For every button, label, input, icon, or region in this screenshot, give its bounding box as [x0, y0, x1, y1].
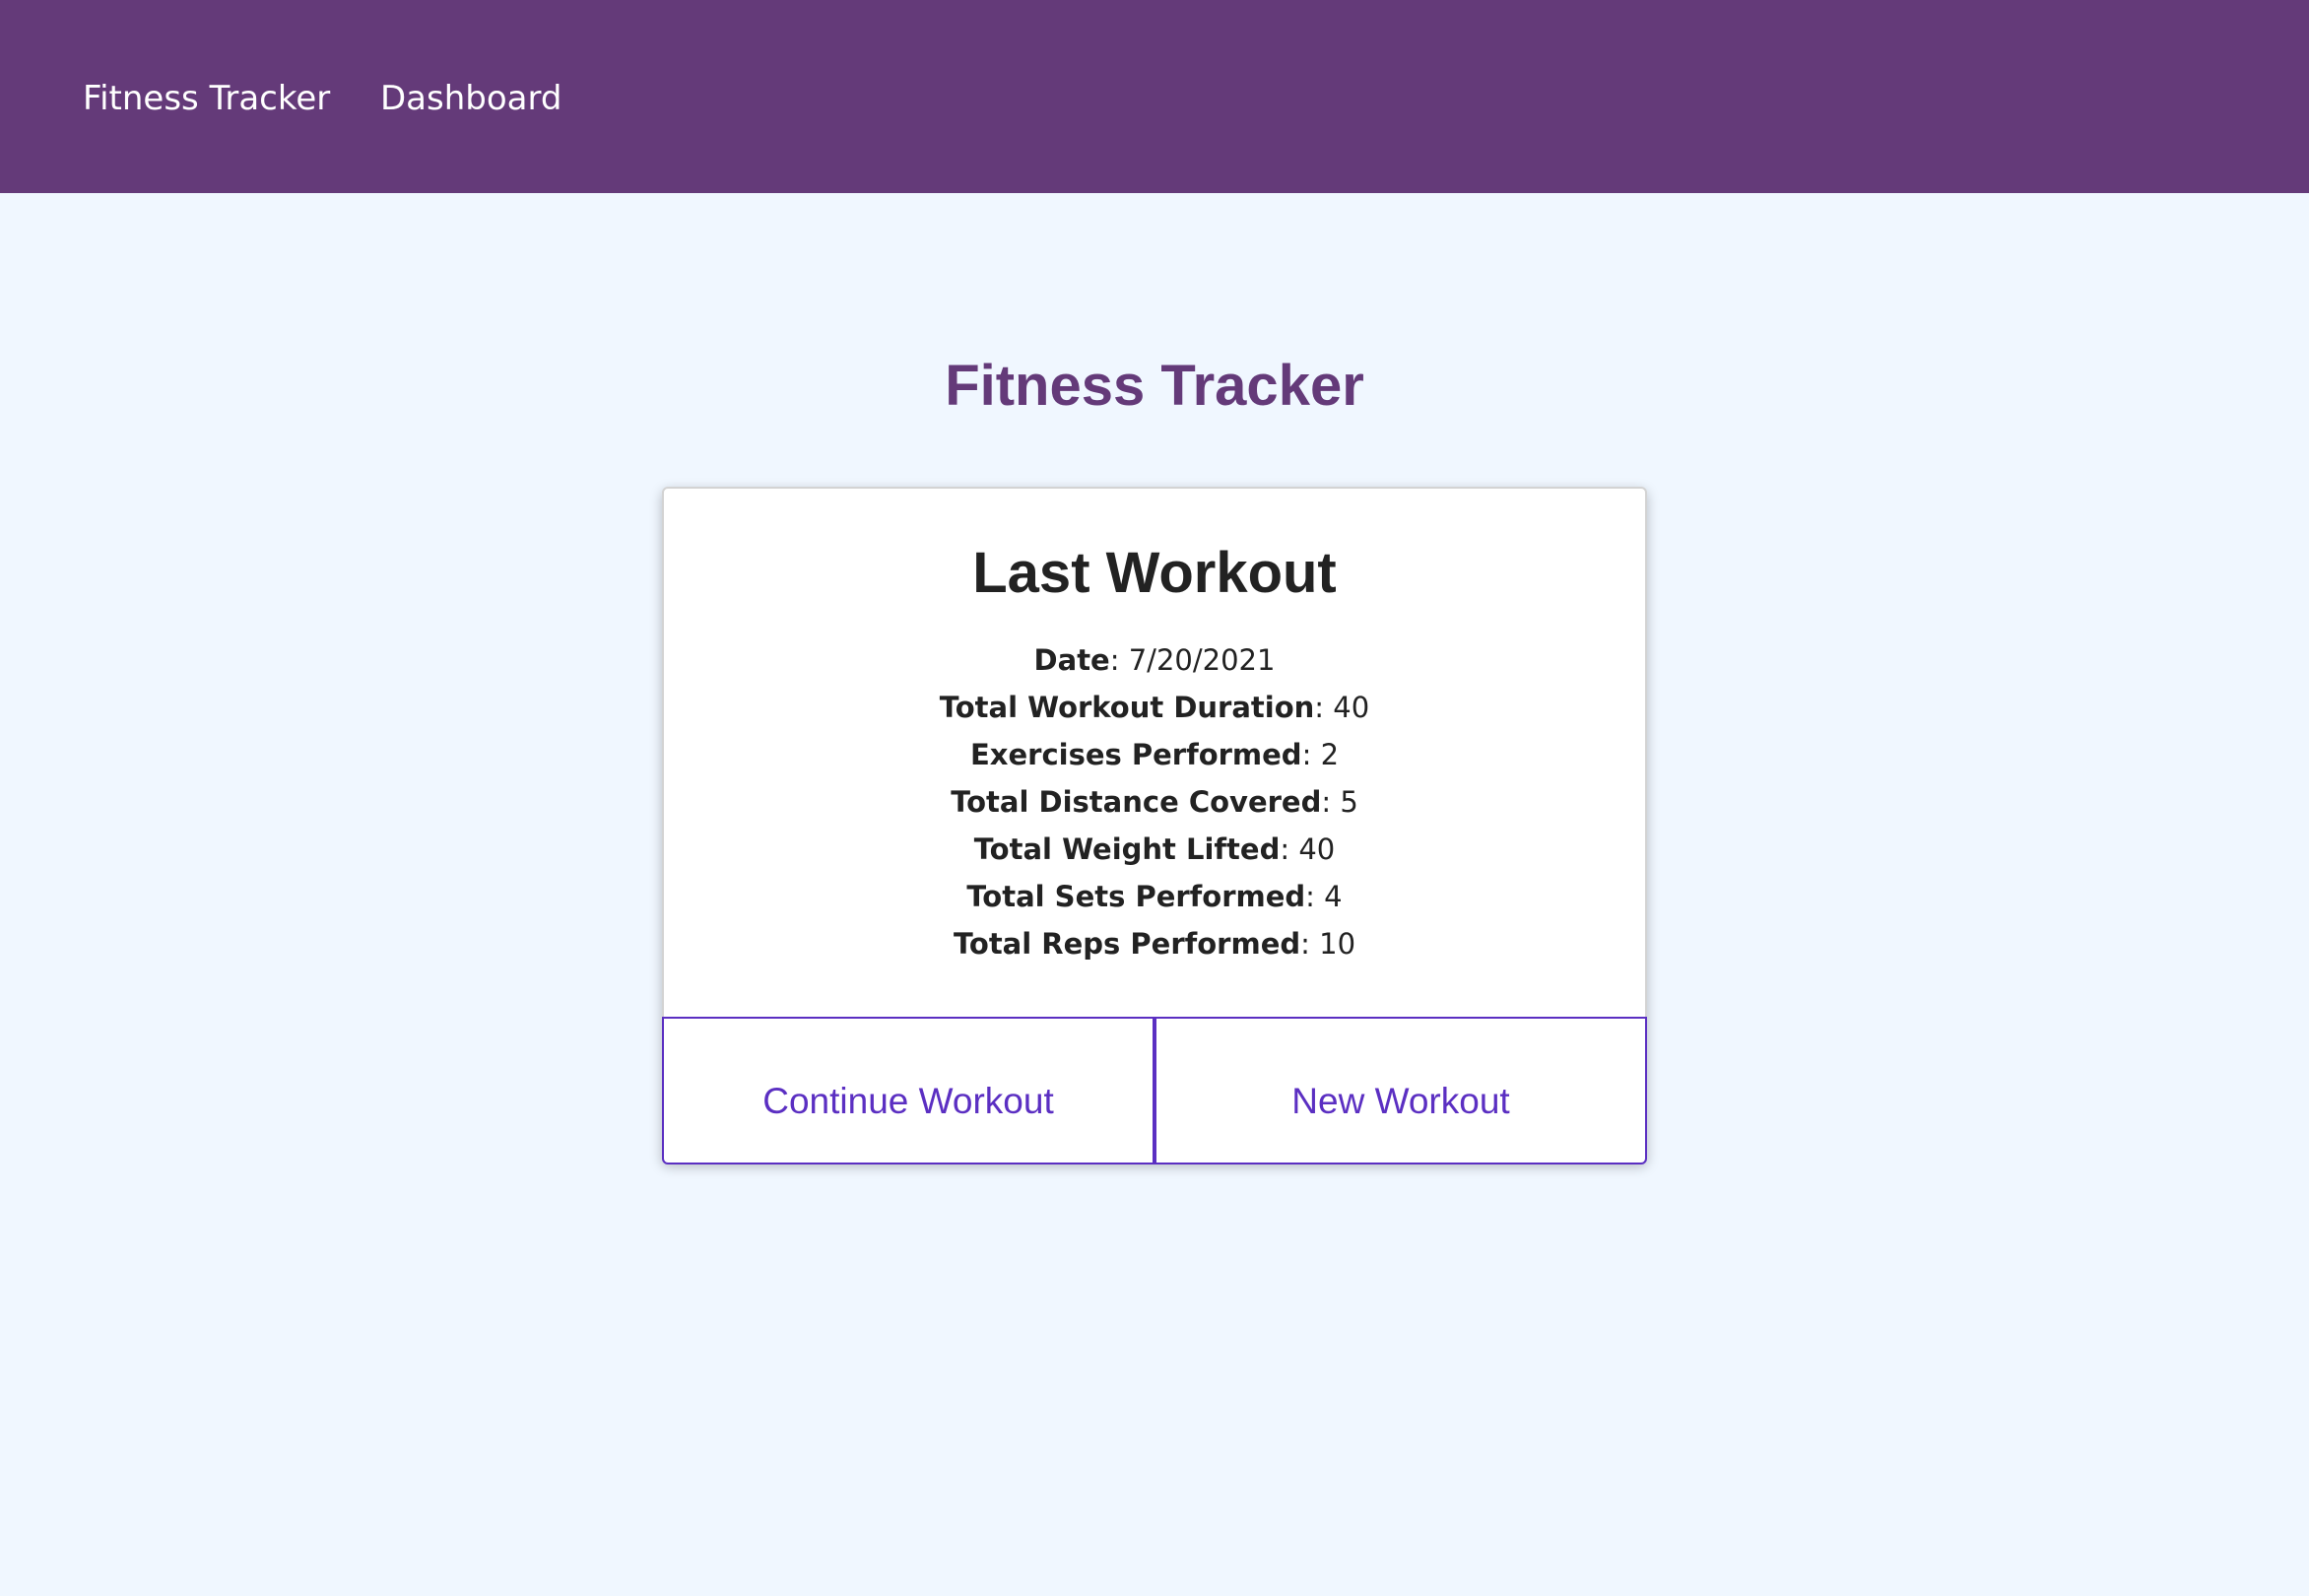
workout-stats: Date: 7/20/2021 Total Workout Duration: …	[664, 636, 1645, 967]
stat-separator: :	[1314, 691, 1334, 724]
stat-label: Date	[1033, 643, 1110, 677]
card-title: Last Workout	[972, 541, 1337, 605]
stat-separator: :	[1301, 738, 1321, 771]
stat-label: Total Distance Covered	[951, 785, 1322, 819]
continue-workout-button[interactable]: Continue Workout	[662, 1017, 1154, 1164]
stat-label: Total Workout Duration	[939, 691, 1315, 724]
stat-exercises-performed: Exercises Performed: 2	[664, 731, 1645, 778]
stat-separator: :	[1300, 927, 1320, 961]
stat-value: 2	[1320, 738, 1340, 771]
stat-total-sets: Total Sets Performed: 4	[664, 873, 1645, 920]
stat-separator: :	[1321, 785, 1341, 819]
stat-label: Total Weight Lifted	[973, 832, 1281, 866]
stat-value: 40	[1333, 691, 1370, 724]
stat-separator: :	[1305, 880, 1325, 913]
stat-value: 7/20/2021	[1128, 643, 1276, 677]
stat-value: 10	[1319, 927, 1356, 961]
stat-value: 4	[1324, 880, 1343, 913]
new-workout-button[interactable]: New Workout	[1154, 1017, 1647, 1164]
stat-total-distance: Total Distance Covered: 5	[664, 778, 1645, 826]
stat-date: Date: 7/20/2021	[664, 636, 1645, 684]
top-navbar: Fitness Tracker Dashboard	[0, 0, 2309, 193]
stat-value: 5	[1340, 785, 1358, 819]
stat-value: 40	[1298, 832, 1336, 866]
nav-dashboard-link[interactable]: Dashboard	[380, 75, 561, 122]
stat-separator: :	[1280, 832, 1299, 866]
nav-brand-link[interactable]: Fitness Tracker	[83, 75, 330, 122]
stat-label: Exercises Performed	[969, 738, 1302, 771]
last-workout-card: Last Workout Date: 7/20/2021 Total Worko…	[662, 487, 1647, 1164]
stat-total-reps: Total Reps Performed: 10	[664, 920, 1645, 967]
stat-total-weight: Total Weight Lifted: 40	[664, 826, 1645, 873]
stat-total-duration: Total Workout Duration: 40	[664, 684, 1645, 731]
stat-separator: :	[1109, 643, 1129, 677]
stat-label: Total Sets Performed	[966, 880, 1306, 913]
stat-label: Total Reps Performed	[953, 927, 1301, 961]
page-title: Fitness Tracker	[945, 354, 1364, 418]
